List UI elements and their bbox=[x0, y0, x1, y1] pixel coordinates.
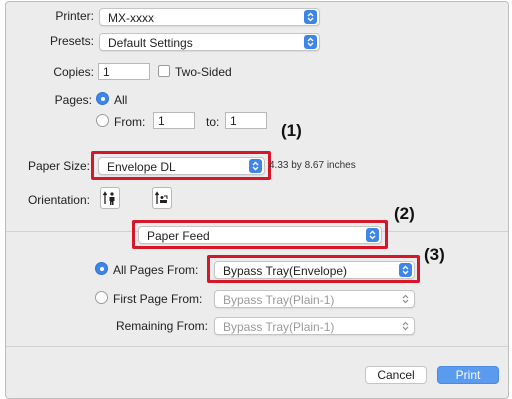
pages-to-label: to: bbox=[206, 115, 220, 129]
pages-from-label: From: bbox=[114, 115, 146, 129]
first-page-value: Bypass Tray(Plain-1) bbox=[223, 293, 335, 307]
stepper-icon bbox=[304, 10, 317, 24]
presets-label: Presets: bbox=[49, 34, 94, 48]
portrait-orientation-button[interactable] bbox=[100, 187, 120, 209]
pages-all-label: All bbox=[114, 93, 128, 107]
all-pages-radio[interactable] bbox=[95, 262, 108, 275]
presets-value: Default Settings bbox=[108, 36, 193, 50]
pages-from-field[interactable]: 1 bbox=[153, 112, 195, 129]
remaining-label: Remaining From: bbox=[115, 319, 208, 333]
printer-value: MX-xxxx bbox=[108, 11, 154, 25]
landscape-orientation-button[interactable] bbox=[152, 187, 172, 209]
cancel-button[interactable]: Cancel bbox=[365, 366, 427, 384]
stepper-icon bbox=[304, 35, 317, 49]
presets-popup[interactable]: Default Settings bbox=[99, 33, 320, 51]
callout-1: (1) bbox=[281, 121, 302, 140]
separator bbox=[6, 346, 508, 347]
paper-size-dimensions: 4.33 by 8.67 inches bbox=[269, 160, 356, 171]
first-page-label: First Page From: bbox=[113, 292, 203, 306]
pages-all-radio[interactable] bbox=[96, 92, 109, 105]
print-dialog: Printer: MX-xxxx Presets: Default Settin… bbox=[5, 1, 509, 399]
pages-label: Pages: bbox=[54, 93, 92, 107]
pages-to-value: 1 bbox=[230, 114, 237, 128]
all-pages-label: All Pages From: bbox=[113, 263, 199, 277]
first-page-popup[interactable]: Bypass Tray(Plain-1) bbox=[214, 290, 415, 308]
stepper-icon bbox=[399, 292, 412, 306]
callout-3: (3) bbox=[424, 245, 445, 264]
two-sided-label: Two-Sided bbox=[175, 65, 232, 79]
paper-size-highlight bbox=[91, 151, 271, 180]
copies-field[interactable]: 1 bbox=[98, 63, 150, 80]
stepper-icon bbox=[399, 319, 412, 333]
all-pages-highlight bbox=[207, 255, 420, 283]
print-button[interactable]: Print bbox=[437, 366, 499, 384]
printer-label: Printer: bbox=[55, 9, 94, 23]
copies-value: 1 bbox=[103, 65, 110, 79]
callout-2: (2) bbox=[394, 204, 415, 223]
remaining-value: Bypass Tray(Plain-1) bbox=[223, 320, 335, 334]
printer-popup[interactable]: MX-xxxx bbox=[99, 8, 320, 26]
orientation-label: Orientation: bbox=[27, 193, 90, 207]
pages-from-value: 1 bbox=[158, 114, 165, 128]
two-sided-checkbox[interactable] bbox=[158, 65, 170, 77]
section-menu-highlight bbox=[132, 220, 388, 249]
pages-to-field[interactable]: 1 bbox=[225, 112, 267, 129]
first-page-radio[interactable] bbox=[95, 291, 108, 304]
remaining-popup[interactable]: Bypass Tray(Plain-1) bbox=[214, 317, 415, 335]
copies-label: Copies: bbox=[53, 65, 94, 79]
pages-from-radio[interactable] bbox=[96, 114, 109, 127]
paper-size-label: Paper Size: bbox=[27, 159, 90, 173]
